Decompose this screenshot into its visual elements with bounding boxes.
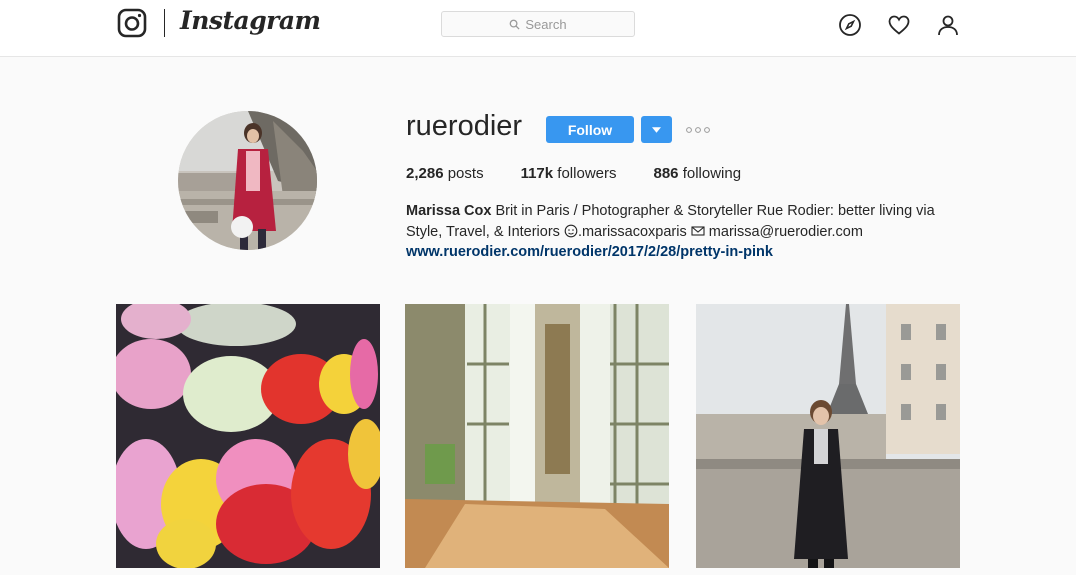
bio-email[interactable]: marissa@ruerodier.com (709, 224, 863, 240)
posts-stat: 2,286 posts (406, 165, 484, 182)
profile-full-name: Marissa Cox (406, 203, 492, 219)
logo-divider (164, 9, 165, 37)
post-image-flowers (116, 304, 380, 568)
profile-avatar[interactable] (178, 111, 317, 250)
post-thumbnail[interactable] (116, 304, 380, 568)
instagram-wordmark[interactable]: Instagram (180, 6, 321, 35)
following-count: 886 (653, 165, 679, 182)
envelope-icon (691, 226, 705, 236)
post-thumbnail[interactable] (405, 304, 669, 568)
bio-website-link[interactable]: www.ruerodier.com/ruerodier/2017/2/28/pr… (406, 244, 773, 260)
posts-label: posts (447, 165, 484, 182)
compass-icon[interactable] (838, 13, 862, 37)
post-thumbnail[interactable] (696, 304, 960, 568)
following-label: following (682, 165, 742, 182)
profile-bio: Marissa Cox Brit in Paris / Photographer… (406, 201, 966, 243)
posts-count: 2,286 (406, 165, 444, 182)
followers-count: 117k (520, 165, 554, 182)
post-image-interior (405, 304, 669, 568)
follow-button[interactable]: Follow (546, 116, 634, 143)
followers-label: followers (557, 165, 617, 182)
post-image-paris-portrait (696, 304, 960, 568)
profile-username: ruerodier (406, 110, 523, 142)
bio-instagram-handle[interactable]: .marissacoxparis (578, 224, 687, 240)
bio-line-2: Style, Travel, & Interiors (406, 224, 560, 240)
search-placeholder: Search (525, 16, 567, 32)
instagram-logo-icon[interactable] (117, 8, 147, 38)
avatar-photo (178, 111, 317, 250)
heart-icon[interactable] (887, 13, 911, 37)
more-options-icon[interactable] (686, 126, 710, 134)
search-icon (510, 19, 520, 30)
followers-stat[interactable]: 117k followers (521, 165, 617, 182)
instagram-handle-icon (564, 224, 578, 238)
bio-line-1: Brit in Paris / Photographer & Storytell… (495, 203, 935, 219)
user-icon[interactable] (936, 13, 960, 37)
top-navigation-bar: Instagram Search (0, 0, 1076, 57)
profile-stats: 2,286 posts 117k followers 886 following (406, 165, 778, 182)
following-stat[interactable]: 886 following (653, 165, 741, 182)
suggestions-dropdown-button[interactable] (641, 116, 672, 143)
search-input[interactable]: Search (441, 11, 635, 37)
caret-down-icon (652, 126, 661, 133)
